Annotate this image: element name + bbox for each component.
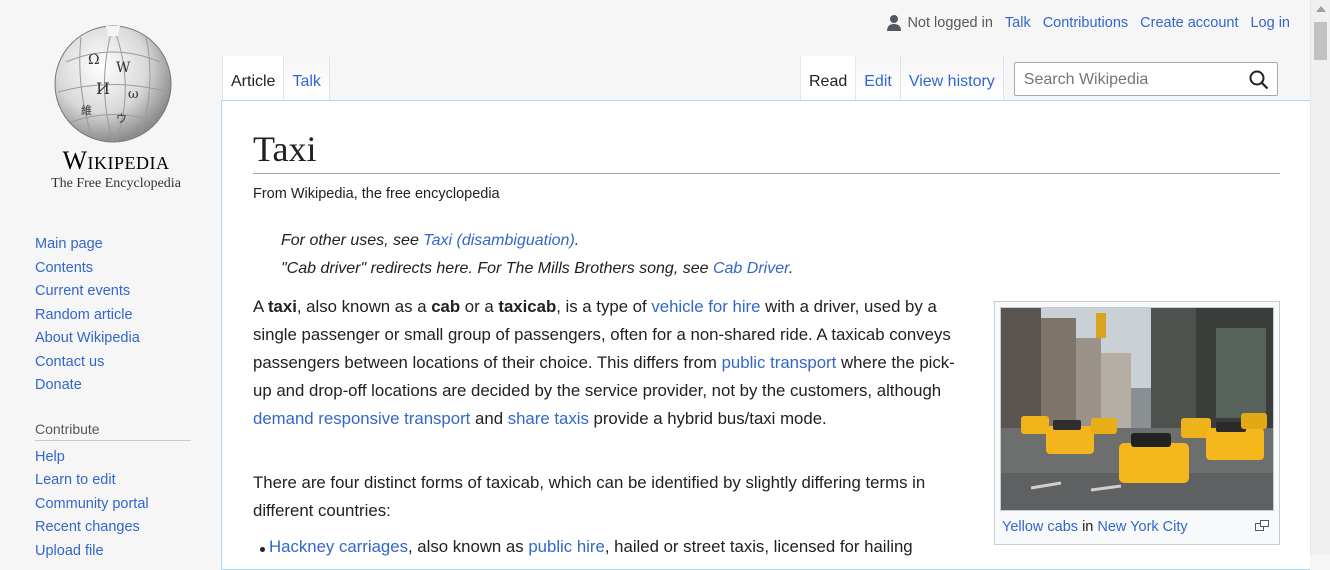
hatnote-text: . xyxy=(788,260,794,277)
logo-tagline: The Free Encyclopedia xyxy=(51,176,181,191)
sidebar-item-main-page[interactable]: Main page xyxy=(35,234,195,258)
search-input[interactable] xyxy=(1021,64,1246,96)
svg-text:Ω: Ω xyxy=(88,52,100,68)
article-content: Taxi From Wikipedia, the free encycloped… xyxy=(221,100,1310,570)
hatnote-link-cab-driver[interactable]: Cab Driver xyxy=(713,260,789,277)
scrollbar[interactable] xyxy=(1310,0,1330,555)
sidebar-item-upload-file[interactable]: Upload file xyxy=(35,541,195,565)
search-icon[interactable] xyxy=(1249,70,1269,90)
enlarge-icon[interactable] xyxy=(1255,520,1269,531)
tab-edit[interactable]: Edit xyxy=(856,56,901,101)
text: or a xyxy=(460,297,499,316)
wordmark: Wikipedia xyxy=(62,146,170,175)
scroll-thumb[interactable] xyxy=(1314,22,1327,60)
text: and xyxy=(470,409,508,428)
login-link[interactable]: Log in xyxy=(1250,15,1290,31)
paragraph-forms: There are four distinct forms of taxicab… xyxy=(253,473,926,520)
svg-text:ω: ω xyxy=(128,87,139,102)
sidebar-item-help[interactable]: Help xyxy=(35,447,195,471)
tab-article[interactable]: Article xyxy=(222,56,285,101)
search-box xyxy=(1013,62,1278,96)
list-item: Hackney carriages, also known as public … xyxy=(260,537,913,557)
bold-term: cab xyxy=(431,297,461,316)
hatnote-text: For other uses, see xyxy=(281,232,424,249)
tab-read[interactable]: Read xyxy=(800,56,857,101)
sidebar: Main page Contents Current events Random… xyxy=(35,234,195,564)
sidebar-item-contact-us[interactable]: Contact us xyxy=(35,352,195,376)
hatnote-text: "Cab driver" redirects here. For The Mil… xyxy=(281,260,713,277)
sidebar-item-random-article[interactable]: Random article xyxy=(35,305,195,329)
link-vehicle-for-hire[interactable]: vehicle for hire xyxy=(651,297,760,316)
taxi-photo[interactable] xyxy=(1000,307,1274,511)
text: A xyxy=(253,297,268,316)
create-account-link[interactable]: Create account xyxy=(1140,15,1238,31)
link-share-taxis[interactable]: share taxis xyxy=(508,409,589,428)
thumbnail: Yellow cabs in New York City xyxy=(994,301,1280,545)
tab-talk[interactable]: Talk xyxy=(284,56,330,101)
hatnote-link-disambiguation[interactable]: Taxi (disambiguation) xyxy=(423,232,574,249)
user-talk-link[interactable]: Talk xyxy=(1005,15,1031,31)
sidebar-item-current-events[interactable]: Current events xyxy=(35,281,195,305)
paragraph-intro: A taxi, also known as a cab or a taxicab… xyxy=(253,293,971,433)
user-icon xyxy=(887,15,902,31)
sidebar-item-community-portal[interactable]: Community portal xyxy=(35,494,195,518)
text: , hailed or street taxis, licensed for h… xyxy=(604,537,913,556)
svg-text:維: 維 xyxy=(81,104,92,117)
page-title: Taxi xyxy=(253,127,1280,174)
hatnote: "Cab driver" redirects here. For The Mil… xyxy=(281,260,793,278)
svg-text:ウ: ウ xyxy=(116,112,127,125)
link-yellow-cabs[interactable]: Yellow cabs xyxy=(1002,519,1078,535)
text: , also known as xyxy=(407,537,529,556)
hatnote-text: . xyxy=(574,232,580,249)
scroll-up-arrow[interactable] xyxy=(1316,6,1326,12)
not-logged-in: Not logged in xyxy=(887,15,993,31)
contribute-heading: Contribute xyxy=(35,421,191,441)
text: , is a type of xyxy=(556,297,652,316)
site-sub: From Wikipedia, the free encyclopedia xyxy=(253,186,500,202)
link-hackney-carriages[interactable]: Hackney carriages xyxy=(269,537,408,556)
contributions-link[interactable]: Contributions xyxy=(1043,15,1128,31)
bold-term: taxicab xyxy=(498,297,557,316)
hatnote: For other uses, see Taxi (disambiguation… xyxy=(281,232,579,250)
sidebar-item-recent-changes[interactable]: Recent changes xyxy=(35,517,195,541)
tab-view-history[interactable]: View history xyxy=(900,56,1004,101)
svg-text:И: И xyxy=(96,79,110,98)
bold-term: taxi xyxy=(267,297,297,316)
not-logged-in-label: Not logged in xyxy=(907,15,993,31)
wikipedia-logo[interactable]: Ω W И ω 維 ウ Wikipedia The Free Encyclope… xyxy=(28,18,198,198)
sidebar-item-about-wikipedia[interactable]: About Wikipedia xyxy=(35,328,195,352)
sidebar-item-learn-to-edit[interactable]: Learn to edit xyxy=(35,470,195,494)
link-public-hire[interactable]: public hire xyxy=(528,537,605,556)
text: provide a hybrid bus/taxi mode. xyxy=(588,409,827,428)
link-demand-responsive-transport[interactable]: demand responsive transport xyxy=(253,409,470,428)
view-tabs: Read Edit View history xyxy=(800,56,1278,101)
svg-text:W: W xyxy=(116,60,131,76)
link-new-york-city[interactable]: New York City xyxy=(1097,519,1187,535)
text: , also known as a xyxy=(296,297,432,316)
namespace-tabs: Article Talk xyxy=(222,56,330,101)
sidebar-item-donate[interactable]: Donate xyxy=(35,375,195,399)
link-public-transport[interactable]: public transport xyxy=(722,353,837,372)
sidebar-item-contents[interactable]: Contents xyxy=(35,258,195,282)
personal-tools: Not logged in Talk Contributions Create … xyxy=(887,15,1290,31)
thumb-caption: Yellow cabs in New York City xyxy=(1002,519,1188,535)
text: in xyxy=(1078,519,1098,535)
puzzle-globe-icon: Ω W И ω 維 ウ xyxy=(54,25,172,143)
